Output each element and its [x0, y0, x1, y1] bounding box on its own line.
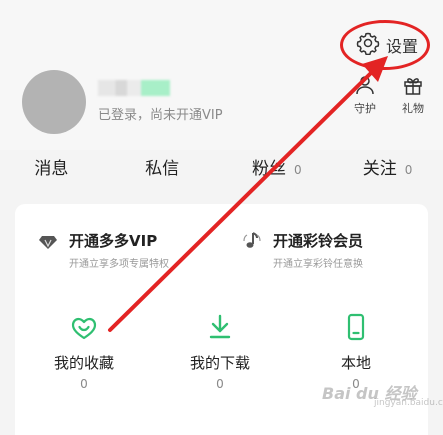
stat-count: 0	[404, 163, 413, 177]
annotation-circle	[340, 20, 430, 70]
stat-label: 关注	[362, 159, 397, 179]
stat-count: 0	[294, 163, 302, 177]
tile-downloads-label: 我的下载	[189, 354, 250, 372]
diamond-icon	[37, 230, 59, 270]
promo-vip[interactable]: 开通多多VIP 开通立享多项专属特权	[37, 230, 169, 270]
quick-action-gift[interactable]: 礼物	[391, 74, 435, 116]
tile-downloads-count: 0	[216, 377, 224, 391]
login-status-text: 已登录，尚未开通VIP	[98, 108, 223, 123]
stat-private-messages[interactable]: 私信	[111, 154, 222, 190]
username-blurred	[98, 80, 170, 96]
shield-user-icon	[343, 74, 387, 96]
quick-action-guard-label: 守护	[354, 102, 376, 115]
partial-icon	[344, 430, 368, 435]
avatar[interactable]	[22, 70, 86, 134]
quick-action-guard[interactable]: 守护	[343, 74, 387, 116]
stat-following[interactable]: 关注 0	[332, 154, 443, 190]
tile-favorites-label: 我的收藏	[53, 354, 114, 372]
music-note-icon	[241, 230, 263, 270]
promo-vip-title: 开通多多VIP	[69, 232, 158, 250]
tile-favorites-count: 0	[80, 377, 88, 391]
tile-favorites[interactable]: 我的收藏 0	[24, 312, 144, 391]
heart-smile-icon	[24, 312, 144, 342]
gift-icon	[391, 74, 435, 96]
download-icon	[160, 312, 280, 342]
quick-action-gift-label: 礼物	[402, 102, 424, 115]
partial-icon	[72, 430, 96, 435]
partial-icon	[208, 430, 232, 435]
stat-label: 粉丝	[252, 159, 287, 179]
stat-fans[interactable]: 粉丝 0	[222, 154, 333, 190]
promo-vip-subtitle: 开通立享多项专属特权	[69, 259, 169, 270]
promo-ringtone[interactable]: 开通彩铃会员 开通立享彩铃任意换	[241, 230, 363, 270]
watermark-url: jingyan.baidu.com	[374, 398, 443, 408]
stats-row: 消息 私信 粉丝 0 关注 0	[0, 154, 443, 190]
promo-ringtone-subtitle: 开通立享彩铃任意换	[273, 259, 363, 270]
stat-label: 消息	[34, 159, 69, 179]
promo-ringtone-title: 开通彩铃会员	[273, 232, 364, 250]
stat-label: 私信	[145, 159, 180, 179]
stat-messages[interactable]: 消息	[0, 154, 111, 190]
tile-downloads[interactable]: 我的下载 0	[160, 312, 280, 391]
tile-local-label: 本地	[340, 354, 371, 372]
phone-icon	[296, 312, 416, 342]
